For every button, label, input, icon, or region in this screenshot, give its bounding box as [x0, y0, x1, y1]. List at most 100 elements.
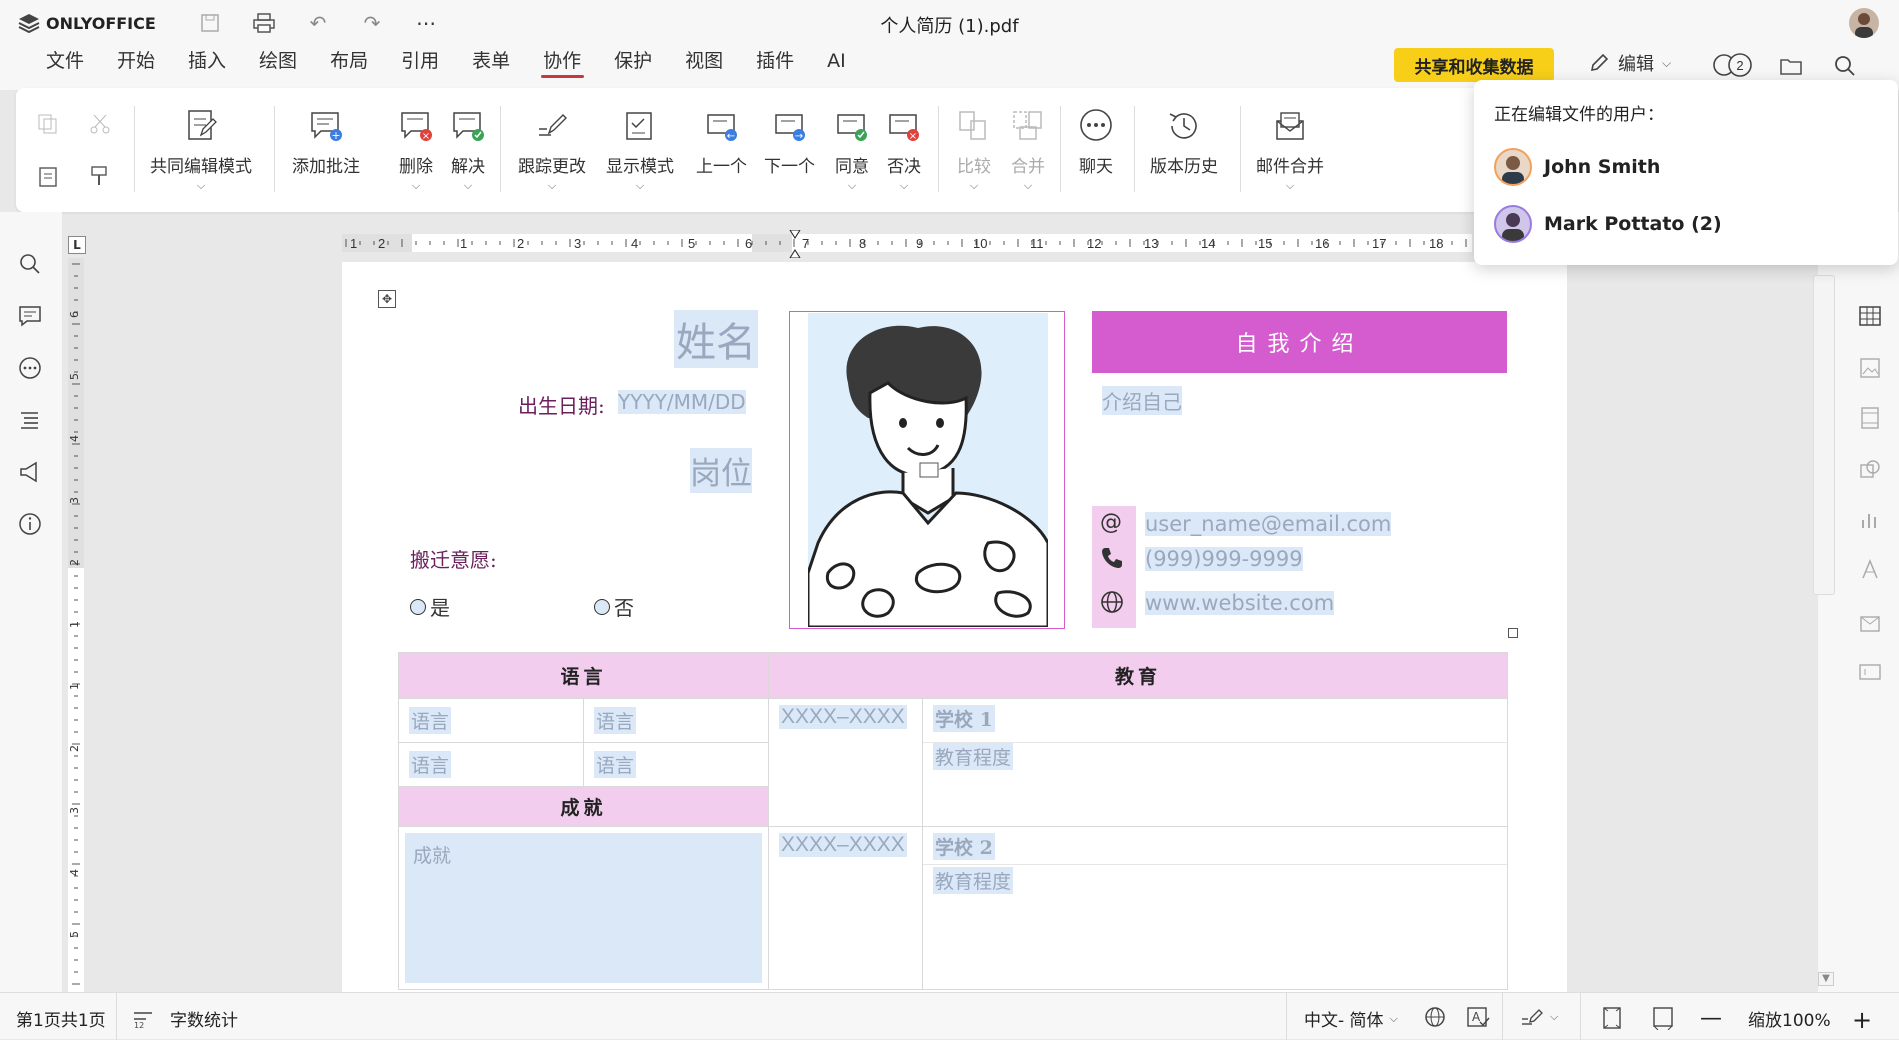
- editor-user-john[interactable]: John Smith: [1494, 148, 1660, 186]
- ruler-label: 5: [688, 236, 695, 251]
- ruler-label: 17: [1372, 236, 1386, 251]
- comments-icon[interactable]: [18, 304, 44, 330]
- menu-file[interactable]: 文件: [32, 48, 103, 78]
- document-title: 个人简历 (1).pdf: [880, 16, 1019, 37]
- mail-merge-button[interactable]: 邮件合并 ⌵: [1256, 106, 1324, 193]
- birth-field[interactable]: YYYY/MM/DD: [618, 390, 746, 414]
- menu-view[interactable]: 视图: [671, 48, 742, 78]
- resize-handle[interactable]: [1508, 628, 1518, 638]
- degree2-field[interactable]: 教育程度: [933, 867, 1014, 894]
- move-table-icon[interactable]: ✥: [378, 290, 396, 308]
- period-field[interactable]: XXXX–XXXX: [779, 833, 907, 857]
- image-settings-icon[interactable]: [1858, 356, 1882, 380]
- shape-settings-icon[interactable]: [1858, 458, 1882, 482]
- add-comment-button[interactable]: + 添加批注: [292, 106, 360, 177]
- school1-field[interactable]: 学校 1: [933, 705, 995, 732]
- info-icon[interactable]: [18, 512, 44, 538]
- menu-insert[interactable]: 插入: [174, 48, 245, 78]
- copy-icon[interactable]: [36, 112, 60, 136]
- tab-stop-selector[interactable]: L: [68, 236, 86, 254]
- track-changes-button[interactable]: 跟踪更改 ⌵: [518, 106, 586, 193]
- menu-collaboration[interactable]: 协作: [529, 48, 600, 78]
- format-painter-icon[interactable]: [88, 164, 112, 188]
- vertical-scrollbar[interactable]: [1813, 275, 1835, 595]
- edit-mode-dropdown[interactable]: 编辑 ⌵: [1588, 50, 1671, 76]
- menu-references[interactable]: 引用: [387, 48, 458, 78]
- resolve-comment-button[interactable]: 解决 ⌵: [448, 106, 488, 193]
- zoom-level[interactable]: 缩放100%: [1748, 1006, 1831, 1031]
- text-art-icon[interactable]: [1858, 558, 1882, 582]
- coedit-label: 共同编辑模式: [150, 157, 252, 177]
- cut-icon[interactable]: [88, 112, 112, 136]
- share-button[interactable]: 共享和收集数据: [1394, 48, 1554, 82]
- table-settings-icon[interactable]: [1858, 304, 1882, 328]
- mail-merge-settings-icon[interactable]: [1858, 610, 1882, 634]
- education-header: 教育: [768, 652, 1508, 699]
- ruler-label: 9: [916, 236, 923, 251]
- track-changes-status[interactable]: ⌵: [1520, 1006, 1558, 1028]
- feedback-icon[interactable]: [18, 460, 44, 486]
- search-icon[interactable]: [1828, 50, 1862, 82]
- menu-protection[interactable]: 保护: [600, 48, 671, 78]
- ruler-label: 3: [68, 807, 81, 814]
- spellcheck-icon[interactable]: A: [1466, 1006, 1490, 1028]
- language-cell[interactable]: 语言: [594, 751, 637, 778]
- chat-icon[interactable]: [18, 356, 44, 382]
- menu-ai[interactable]: AI: [813, 48, 865, 78]
- form-settings-icon[interactable]: [1858, 660, 1882, 684]
- achievements-field[interactable]: 成就: [405, 833, 762, 983]
- period-field[interactable]: XXXX–XXXX: [779, 705, 907, 729]
- relocate-yes-radio[interactable]: 是: [410, 592, 450, 621]
- zoom-out-button[interactable]: —: [1700, 1006, 1722, 1031]
- school2-field[interactable]: 学校 2: [933, 833, 995, 860]
- intro-field[interactable]: 介绍自己: [1102, 386, 1182, 415]
- header-footer-icon[interactable]: [1858, 406, 1882, 430]
- menu-layout[interactable]: 布局: [316, 48, 387, 78]
- language-selector[interactable]: 中文- 简体 ⌵: [1304, 1006, 1398, 1031]
- display-mode-button[interactable]: 显示模式 ⌵: [606, 106, 674, 193]
- fit-page-icon[interactable]: [1602, 1006, 1622, 1030]
- language-cell[interactable]: 语言: [594, 707, 637, 734]
- email-field[interactable]: user_name@email.com: [1145, 512, 1392, 536]
- previous-change-button[interactable]: ← 上一个: [696, 106, 747, 177]
- coedit-mode-button[interactable]: 共同编辑模式 ⌵: [150, 106, 252, 193]
- paste-icon[interactable]: [36, 164, 60, 188]
- editor-user-mark[interactable]: Mark Pottato (2): [1494, 205, 1722, 243]
- language-cell[interactable]: 语言: [409, 707, 452, 734]
- chat-label: 聊天: [1079, 157, 1113, 177]
- scroll-down-arrow[interactable]: ▼: [1818, 972, 1834, 986]
- degree1-field[interactable]: 教育程度: [933, 743, 1014, 770]
- website-field[interactable]: www.website.com: [1145, 591, 1335, 615]
- menu-forms[interactable]: 表单: [458, 48, 529, 78]
- fit-width-icon[interactable]: [1652, 1006, 1674, 1030]
- phone-field[interactable]: (999)999-9999: [1145, 547, 1303, 571]
- delete-comment-button[interactable]: × 删除 ⌵: [396, 106, 436, 193]
- chat-button[interactable]: 聊天: [1076, 106, 1116, 177]
- zoom-in-button[interactable]: +: [1852, 1006, 1872, 1034]
- reject-change-button[interactable]: × 否决 ⌵: [884, 106, 924, 193]
- chart-settings-icon[interactable]: [1858, 508, 1882, 532]
- next-change-button[interactable]: → 下一个: [764, 106, 815, 177]
- menu-plugins[interactable]: 插件: [742, 48, 813, 78]
- word-count-button[interactable]: 12 字数统计: [132, 1006, 238, 1031]
- globe-icon[interactable]: [1424, 1006, 1446, 1028]
- page-indicator[interactable]: 第1页共1页: [16, 1006, 106, 1031]
- accept-change-button[interactable]: 同意 ⌵: [832, 106, 872, 193]
- version-history-button[interactable]: 版本历史: [1150, 106, 1218, 177]
- navigation-icon[interactable]: [18, 408, 44, 434]
- photo-frame[interactable]: [789, 311, 1065, 629]
- merge-button[interactable]: 合并 ⌵: [1008, 106, 1048, 193]
- user-avatar[interactable]: [1849, 8, 1879, 38]
- co-editors-button[interactable]: 2: [1710, 50, 1756, 80]
- ruler-label: 15: [1258, 236, 1272, 251]
- language-cell[interactable]: 语言: [409, 751, 452, 778]
- menu-home[interactable]: 开始: [103, 48, 174, 78]
- folder-icon[interactable]: [1774, 50, 1808, 82]
- position-field[interactable]: 岗位: [690, 448, 752, 493]
- chevron-down-icon: ⌵: [969, 179, 979, 192]
- search-icon[interactable]: [18, 252, 44, 278]
- relocate-no-radio[interactable]: 否: [594, 592, 634, 621]
- menu-draw[interactable]: 绘图: [245, 48, 316, 78]
- name-field[interactable]: 姓名: [674, 310, 758, 368]
- compare-button[interactable]: 比较 ⌵: [954, 106, 994, 193]
